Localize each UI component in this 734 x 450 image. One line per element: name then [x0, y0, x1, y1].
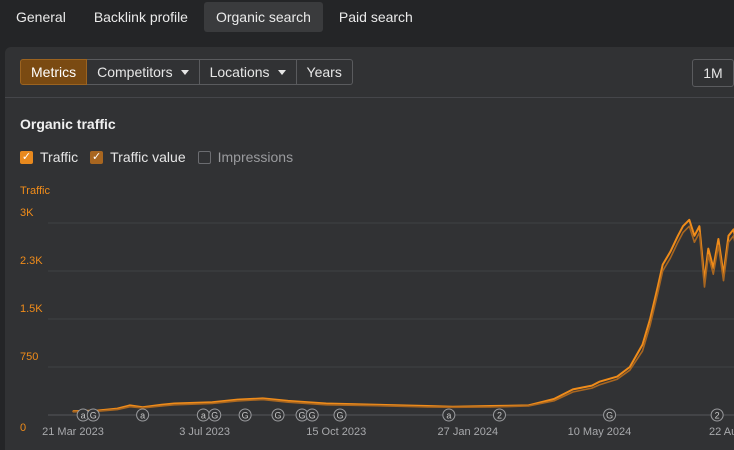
data-point: [688, 225, 690, 227]
data-point: [553, 398, 555, 400]
annotation-marker-label: 2: [715, 411, 720, 421]
data-point: [727, 241, 730, 243]
data-point: [287, 401, 289, 403]
data-point: [657, 292, 659, 294]
annotation-marker-label: G: [90, 411, 97, 421]
tab-general[interactable]: General: [4, 2, 78, 32]
data-point: [553, 400, 555, 402]
data-point: [236, 400, 239, 402]
annotation-marker-label: G: [211, 411, 218, 421]
y-tick-label: 2.3K: [20, 255, 43, 267]
x-tick-label: 27 Jan 2024: [438, 426, 499, 438]
annotation-marker-label: a: [446, 411, 451, 421]
data-point: [698, 232, 701, 234]
annotation-marker-label: G: [242, 411, 249, 421]
data-point: [616, 376, 618, 378]
data-point: [629, 369, 631, 371]
data-point: [72, 411, 74, 413]
annotation-marker-label: G: [299, 411, 306, 421]
x-tick-label: 15 Oct 2023: [306, 426, 366, 438]
annotation-marker-label: G: [337, 411, 344, 421]
data-point: [116, 408, 118, 411]
organic-traffic-chart: 07501.5K2.3K3KaGaaGGGGGGa2G2G21 Mar 2023…: [20, 207, 734, 438]
data-point: [211, 401, 213, 403]
data-point: [572, 388, 574, 390]
data-point: [649, 318, 651, 320]
annotation-marker-label: a: [81, 411, 86, 421]
data-point: [682, 232, 684, 234]
data-point: [722, 280, 725, 282]
y-tick-label: 0: [20, 422, 26, 434]
top-tab-bar: General Backlink profile Organic search …: [0, 0, 734, 34]
annotation-marker-label: G: [309, 411, 316, 421]
data-point: [490, 406, 492, 408]
data-point: [717, 244, 720, 246]
tab-paid-search[interactable]: Paid search: [327, 2, 425, 32]
data-point: [325, 404, 327, 406]
data-point: [677, 235, 679, 237]
data-point: [682, 225, 684, 227]
data-point: [662, 270, 664, 272]
data-point: [236, 399, 239, 401]
data-point: [452, 406, 454, 408]
data-point: [129, 406, 131, 408]
data-point: [527, 405, 530, 407]
data-point: [688, 219, 690, 221]
data-point: [698, 225, 701, 227]
annotation-marker-label: a: [140, 411, 145, 421]
tab-backlink-profile[interactable]: Backlink profile: [82, 2, 200, 32]
data-point: [262, 397, 264, 399]
x-tick-label: 10 May 2024: [568, 426, 632, 438]
data-point: [727, 235, 730, 237]
data-point: [669, 251, 671, 253]
data-point: [693, 241, 695, 243]
data-point: [629, 366, 631, 368]
data-point: [591, 384, 593, 387]
data-point: [173, 402, 175, 405]
traffic-series-line: [72, 218, 734, 413]
data-point: [142, 407, 144, 409]
data-point: [707, 248, 709, 250]
data-point: [325, 402, 327, 405]
data-point: [662, 264, 664, 266]
data-point: [572, 391, 574, 393]
annotation-marker-label: a: [201, 411, 206, 421]
y-tick-label: 3K: [20, 207, 34, 219]
data-point: [376, 405, 378, 407]
data-point: [641, 350, 644, 352]
y-tick-label: 1.5K: [20, 303, 43, 315]
data-point: [641, 344, 644, 346]
data-point: [173, 404, 175, 406]
data-point: [693, 235, 695, 237]
data-point: [669, 257, 671, 259]
data-point: [598, 381, 601, 383]
data-point: [129, 404, 131, 406]
x-tick-label: 22 Aug: [709, 426, 734, 438]
data-point: [598, 384, 601, 386]
data-point: [591, 387, 593, 389]
data-point: [712, 273, 714, 275]
x-tick-label: 21 Mar 2023: [42, 426, 104, 438]
data-point: [657, 286, 659, 288]
data-point: [616, 378, 618, 380]
y-tick-label: 750: [20, 351, 38, 363]
data-point: [262, 399, 264, 401]
annotation-marker-label: G: [275, 411, 282, 421]
data-point: [703, 286, 706, 288]
data-point: [211, 402, 213, 405]
data-point: [707, 254, 709, 256]
data-point: [677, 241, 679, 243]
data-point: [287, 400, 289, 402]
annotation-marker-label: G: [606, 411, 613, 421]
data-point: [717, 238, 720, 240]
data-point: [160, 405, 163, 407]
data-point: [426, 406, 428, 408]
tab-organic-search[interactable]: Organic search: [203, 2, 323, 32]
x-tick-label: 3 Jul 2023: [179, 426, 230, 438]
chart-panel: Metrics Competitors Locations Years 1M O…: [5, 47, 734, 450]
annotation-marker-label: 2: [497, 411, 502, 421]
data-point: [649, 324, 651, 326]
